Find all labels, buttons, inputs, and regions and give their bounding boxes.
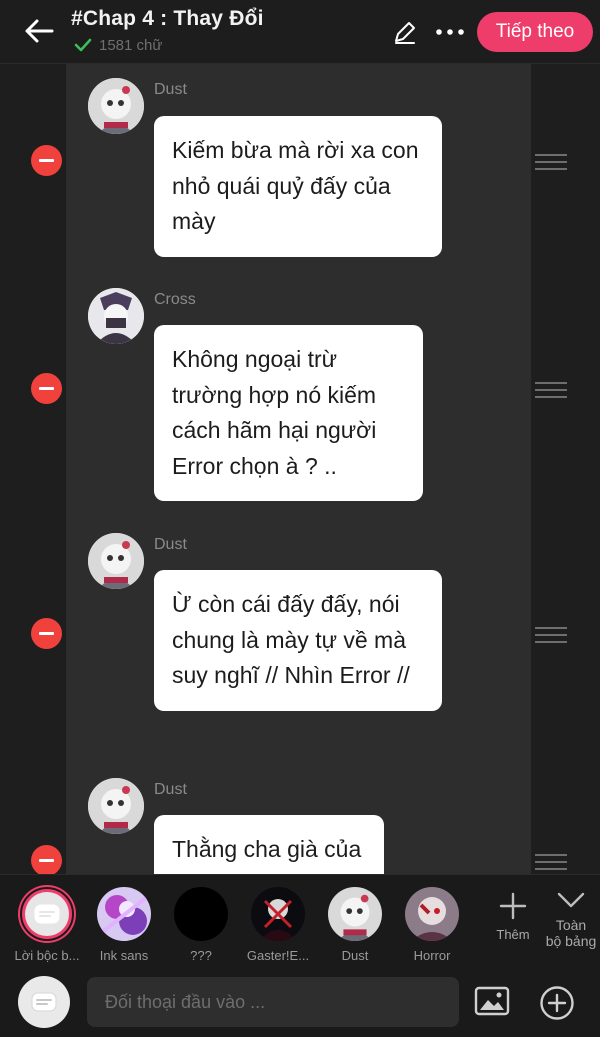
more-options-icon[interactable] xyxy=(434,20,466,44)
horror-avatar-icon xyxy=(405,887,459,941)
message-bubble[interactable]: Không ngoại trừ trường hợp nó kiếm cách … xyxy=(154,325,423,501)
dust-avatar-icon xyxy=(328,887,382,941)
top-bar: #Chap 4 : Thay Đổi 1581 chữ Tiếp theo xyxy=(0,0,600,64)
unknown-avatar xyxy=(174,887,228,941)
character-name: Dust xyxy=(154,781,187,798)
delete-message-button[interactable] xyxy=(31,845,62,874)
chat-feed[interactable]: Dust Kiếm bừa mà rời xa con nhỏ quái quỷ… xyxy=(0,64,600,874)
delete-message-button[interactable] xyxy=(31,145,62,176)
message-bubble[interactable]: Kiếm bừa mà rời xa con nhỏ quái quỷ đấy … xyxy=(154,116,442,257)
avatar-dust[interactable] xyxy=(88,78,144,134)
ink-sans-avatar xyxy=(97,887,151,941)
narration-icon xyxy=(31,992,57,1012)
character-label: Horror xyxy=(413,948,451,963)
all-label-line-1: Toàn xyxy=(555,917,587,933)
add-character-button[interactable]: Thêm xyxy=(492,891,534,942)
avatar-dust[interactable] xyxy=(88,533,144,589)
word-count: 1581 chữ xyxy=(74,36,162,54)
character-dust[interactable]: Dust xyxy=(317,887,393,963)
character-label: Gaster!E... xyxy=(246,948,310,963)
dust-avatar-icon xyxy=(88,533,144,589)
drag-handle-icon[interactable] xyxy=(535,154,567,170)
character-name: Dust xyxy=(154,81,187,98)
word-count-text: 1581 chữ xyxy=(99,36,163,54)
pencil-icon[interactable] xyxy=(392,19,418,45)
ink-sans-avatar-icon xyxy=(97,887,151,941)
drag-handle-icon[interactable] xyxy=(535,627,567,643)
check-icon xyxy=(74,38,92,52)
next-button[interactable]: Tiếp theo xyxy=(477,12,593,52)
all-characters-button[interactable]: Toàn bộ bảng xyxy=(542,889,600,949)
message-bubble[interactable]: Thằng cha già của xyxy=(154,815,384,874)
dust-avatar-icon xyxy=(88,778,144,834)
character-label: Dust xyxy=(341,948,369,963)
dust-avatar xyxy=(328,887,382,941)
gaster-avatar-icon xyxy=(251,887,305,941)
avatar-dust[interactable] xyxy=(88,778,144,834)
gaster-error-avatar xyxy=(251,887,305,941)
add-circle-icon[interactable] xyxy=(539,985,575,1021)
input-bar xyxy=(0,970,600,1037)
narrator-avatar xyxy=(20,887,74,941)
dialogue-input[interactable] xyxy=(87,977,459,1027)
chevron-down-icon xyxy=(557,892,585,908)
character-name: Dust xyxy=(154,536,187,553)
character-gaster-error[interactable]: Gaster!E... xyxy=(240,887,316,963)
horror-avatar xyxy=(405,887,459,941)
plus-icon xyxy=(499,892,527,920)
chapter-title: #Chap 4 : Thay Đổi xyxy=(71,7,264,30)
delete-message-button[interactable] xyxy=(31,618,62,649)
character-label: Ink sans xyxy=(99,948,149,963)
image-icon[interactable] xyxy=(474,986,510,1016)
drag-handle-icon[interactable] xyxy=(535,382,567,398)
character-unknown[interactable]: ??? xyxy=(163,887,239,963)
narration-toggle-button[interactable] xyxy=(18,976,70,1028)
add-label: Thêm xyxy=(496,927,530,942)
message-bubble[interactable]: Ừ còn cái đấy đấy, nói chung là mày tự v… xyxy=(154,570,442,711)
narration-icon xyxy=(34,904,60,924)
drag-handle-icon[interactable] xyxy=(535,854,567,870)
character-label: Lời bộc b... xyxy=(14,948,80,963)
character-narrator[interactable]: Lời bộc b... xyxy=(9,887,85,963)
character-picker: Lời bộc b... Ink sans ??? Gaster!E... Du… xyxy=(0,874,600,970)
character-horror[interactable]: Horror xyxy=(394,887,470,963)
character-ink-sans[interactable]: Ink sans xyxy=(86,887,162,963)
cross-avatar-icon xyxy=(88,288,144,344)
delete-message-button[interactable] xyxy=(31,373,62,404)
character-name: Cross xyxy=(154,291,196,308)
back-arrow-icon[interactable] xyxy=(22,14,56,48)
character-label: ??? xyxy=(190,948,212,963)
all-label-line-2: bộ bảng xyxy=(545,933,597,949)
avatar-cross[interactable] xyxy=(88,288,144,344)
dust-avatar-icon xyxy=(88,78,144,134)
